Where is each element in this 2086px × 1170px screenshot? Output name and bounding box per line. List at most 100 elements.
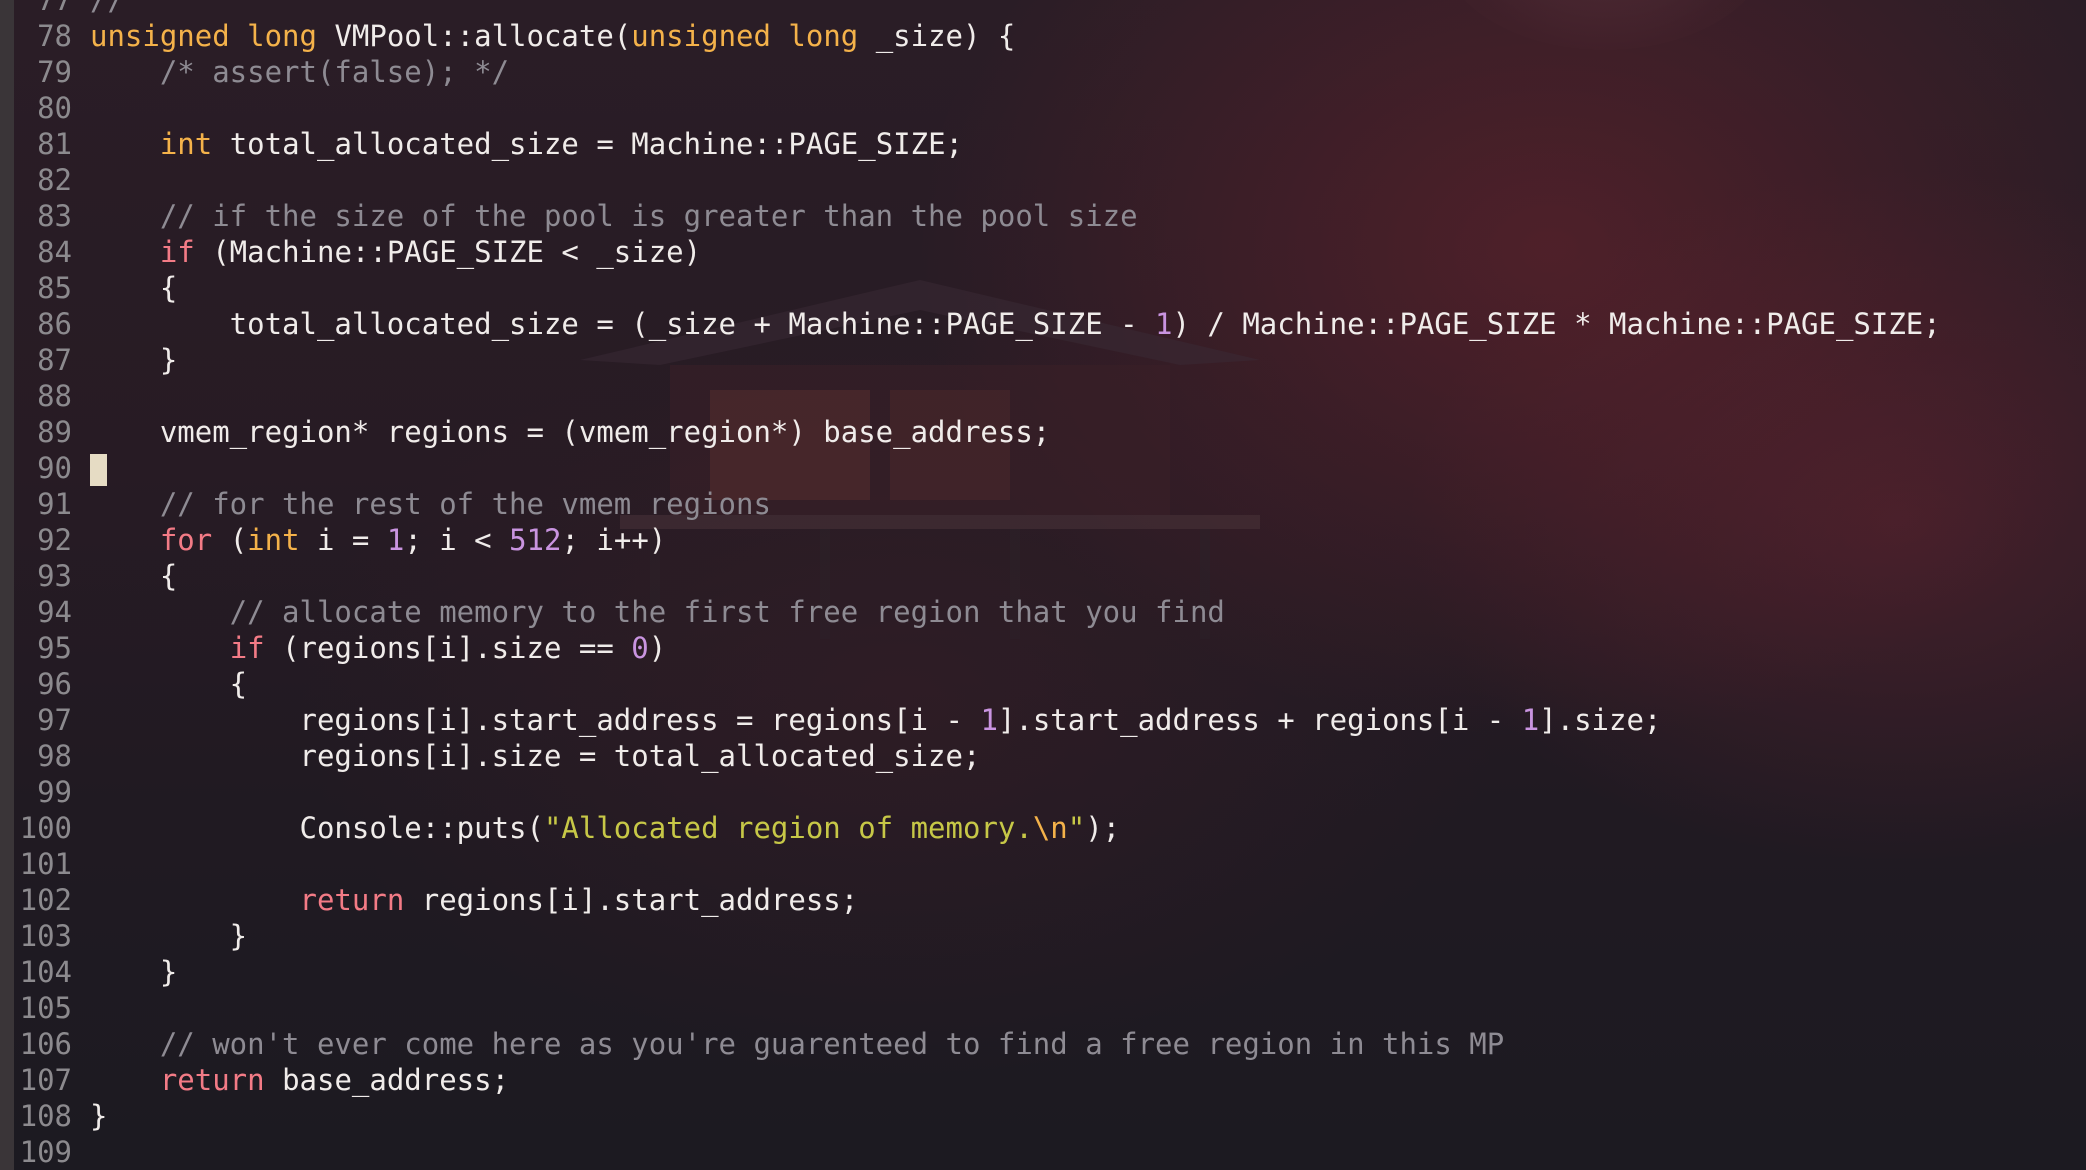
- code-line[interactable]: 84 if (Machine::PAGE_SIZE < _size): [0, 234, 2086, 270]
- code-line[interactable]: 78 unsigned long VMPool::allocate(unsigne…: [0, 18, 2086, 54]
- code-line[interactable]: 95 if (regions[i].size == 0): [0, 630, 2086, 666]
- code-line[interactable]: 91 // for the rest of the vmem regions: [0, 486, 2086, 522]
- code-token: {: [90, 667, 248, 701]
- code-line[interactable]: 79 /* assert(false); */: [0, 54, 2086, 90]
- code-token: ; i++): [561, 523, 667, 557]
- code-token: vmem_region* regions = (vmem_region*) ba…: [90, 415, 1051, 449]
- code-line[interactable]: 83 // if the size of the pool is greater…: [0, 198, 2086, 234]
- code-text[interactable]: if (Machine::PAGE_SIZE < _size): [90, 234, 701, 270]
- code-line[interactable]: 80: [0, 90, 2086, 126]
- code-line[interactable]: 87 }: [0, 342, 2086, 378]
- code-line[interactable]: 90: [0, 450, 2086, 486]
- code-text[interactable]: return base_address;: [90, 1062, 509, 1098]
- code-line[interactable]: 103 }: [0, 918, 2086, 954]
- code-line[interactable]: 100 Console::puts("Allocated region of m…: [0, 810, 2086, 846]
- line-number: 90: [37, 451, 72, 485]
- code-line[interactable]: 94 // allocate memory to the first free …: [0, 594, 2086, 630]
- code-line[interactable]: 89 vmem_region* regions = (vmem_region*)…: [0, 414, 2086, 450]
- line-number: 93: [37, 559, 72, 593]
- code-text[interactable]: return regions[i].start_address;: [90, 882, 859, 918]
- line-number: 79: [37, 55, 72, 89]
- line-number: 105: [19, 991, 72, 1025]
- code-text[interactable]: /* assert(false); */: [90, 54, 509, 90]
- code-text[interactable]: }: [90, 954, 177, 990]
- code-token: //: [90, 0, 125, 17]
- code-token: 1: [386, 523, 405, 557]
- code-token: total_allocated_size = Machine::PAGE_SIZ…: [212, 127, 963, 161]
- code-token: {: [90, 559, 178, 593]
- line-number: 81: [37, 127, 72, 161]
- code-token: _size) {: [858, 19, 1016, 53]
- code-text[interactable]: //: [90, 0, 125, 18]
- code-text[interactable]: }: [90, 918, 247, 954]
- code-text[interactable]: // allocate memory to the first free reg…: [90, 594, 1225, 630]
- code-token: i =: [299, 523, 387, 557]
- code-token: unsigned long: [90, 19, 317, 53]
- code-line[interactable]: 109: [0, 1134, 2086, 1170]
- code-text[interactable]: regions[i].start_address = regions[i - 1…: [90, 702, 1662, 738]
- code-line[interactable]: 77 //: [0, 0, 2086, 18]
- code-text[interactable]: regions[i].size = total_allocated_size;: [90, 738, 981, 774]
- code-text[interactable]: {: [90, 666, 247, 702]
- code-line[interactable]: 98 regions[i].size = total_allocated_siz…: [0, 738, 2086, 774]
- line-number: 102: [19, 883, 72, 917]
- text-cursor: [90, 454, 107, 486]
- code-token: 1: [1155, 307, 1173, 341]
- code-text[interactable]: }: [90, 1098, 107, 1134]
- code-text[interactable]: {: [90, 558, 177, 594]
- code-text[interactable]: total_allocated_size = (_size + Machine:…: [90, 306, 1941, 342]
- code-line[interactable]: 108}: [0, 1098, 2086, 1134]
- code-text[interactable]: unsigned long VMPool::allocate(unsigned …: [90, 18, 1015, 54]
- code-line[interactable]: 86 total_allocated_size = (_size + Machi…: [0, 306, 2086, 342]
- code-line[interactable]: 105: [0, 990, 2086, 1026]
- code-line[interactable]: 85 {: [0, 270, 2086, 306]
- code-line[interactable]: 102 return regions[i].start_address;: [0, 882, 2086, 918]
- code-line[interactable]: 93 {: [0, 558, 2086, 594]
- code-token: (: [212, 523, 248, 557]
- code-token: 1: [980, 703, 998, 737]
- code-token: int: [159, 127, 213, 161]
- code-token: regions[i].size = total_allocated_size;: [90, 739, 981, 773]
- code-token: if: [229, 631, 265, 665]
- code-text[interactable]: // for the rest of the vmem regions: [90, 486, 771, 522]
- code-text[interactable]: if (regions[i].size == 0): [90, 630, 667, 666]
- code-line[interactable]: 104 }: [0, 954, 2086, 990]
- code-text[interactable]: }: [90, 342, 177, 378]
- line-number: 78: [37, 19, 72, 53]
- line-number: 103: [19, 919, 72, 953]
- code-editor[interactable]: 77 //78 unsigned long VMPool::allocate(uns…: [0, 0, 2086, 1170]
- code-line[interactable]: 82: [0, 162, 2086, 198]
- code-text[interactable]: int total_allocated_size = Machine::PAGE…: [90, 126, 963, 162]
- code-text[interactable]: vmem_region* regions = (vmem_region*) ba…: [90, 414, 1050, 450]
- code-token: (regions[i].size ==: [264, 631, 632, 665]
- code-line[interactable]: 97 regions[i].start_address = regions[i …: [0, 702, 2086, 738]
- code-text[interactable]: // if the size of the pool is greater th…: [90, 198, 1138, 234]
- code-line[interactable]: 99: [0, 774, 2086, 810]
- code-token: 0: [631, 631, 649, 665]
- code-line[interactable]: 88: [0, 378, 2086, 414]
- code-text[interactable]: Console::puts("Allocated region of memor…: [90, 810, 1121, 846]
- line-number: 100: [19, 811, 72, 845]
- code-token: );: [1085, 811, 1121, 845]
- code-text[interactable]: // won't ever come here as you're guaren…: [90, 1026, 1504, 1062]
- code-line[interactable]: 81 int total_allocated_size = Machine::P…: [0, 126, 2086, 162]
- code-token: regions[i].start_address = regions[i -: [90, 703, 981, 737]
- code-text[interactable]: for (int i = 1; i < 512; i++): [90, 522, 666, 558]
- line-number: 94: [37, 595, 72, 629]
- code-token: ) / Machine::PAGE_SIZE * Machine::PAGE_S…: [1172, 307, 1941, 341]
- line-number: 82: [37, 163, 72, 197]
- code-text[interactable]: {: [90, 270, 177, 306]
- line-number: 91: [37, 487, 72, 521]
- code-line[interactable]: 101: [0, 846, 2086, 882]
- code-token: }: [90, 343, 178, 377]
- code-line[interactable]: 92 for (int i = 1; i < 512; i++): [0, 522, 2086, 558]
- code-token: ; i <: [404, 523, 510, 557]
- line-number: 92: [37, 523, 72, 557]
- code-line[interactable]: 96 {: [0, 666, 2086, 702]
- code-line[interactable]: 106 // won't ever come here as you're gu…: [0, 1026, 2086, 1062]
- code-token: {: [90, 271, 178, 305]
- code-token: for: [159, 523, 213, 557]
- code-line[interactable]: 107 return base_address;: [0, 1062, 2086, 1098]
